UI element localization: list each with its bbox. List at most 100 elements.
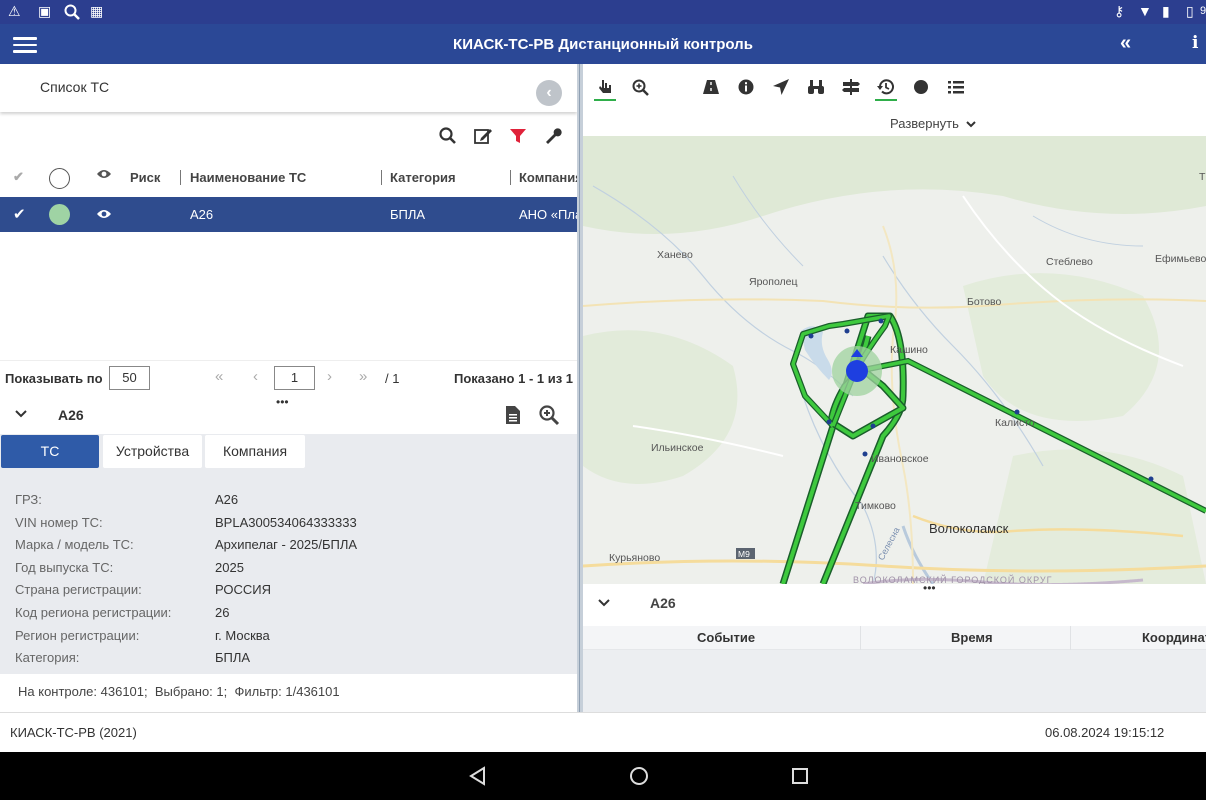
apps-grid-icon: ▦	[90, 3, 104, 19]
drag-handle[interactable]: •••	[276, 395, 289, 409]
settings-wrench-icon[interactable]	[543, 126, 563, 146]
zoom-to-vehicle-icon[interactable]	[538, 404, 560, 426]
tab-devices[interactable]: Устройства	[103, 435, 202, 468]
page-size-input[interactable]: 50	[109, 366, 150, 390]
prop-label: Категория:	[15, 650, 80, 665]
pan-hand-icon[interactable]	[596, 78, 616, 96]
row-category: БПЛА	[390, 207, 426, 222]
pagination: Показывать по 50 « ‹ 1 › » / 1 Показано …	[0, 360, 577, 394]
signpost-icon[interactable]	[841, 78, 861, 96]
control-summary: На контроле: 436101; Выбрано: 1; Фильтр:…	[18, 684, 340, 699]
road-icon[interactable]	[701, 78, 721, 96]
events-table-header: Событие Время Координат	[583, 626, 1206, 650]
column-vehicle-name[interactable]: Наименование ТС	[190, 170, 306, 185]
table-header: ✔ Риск Наименование ТС Категория Компани…	[0, 164, 583, 196]
active-history-indicator	[875, 99, 897, 101]
navigation-arrow-icon[interactable]	[771, 78, 791, 96]
prop-value: БПЛА	[215, 650, 251, 665]
info-circle-icon[interactable]	[736, 78, 756, 96]
zoom-icon[interactable]	[631, 78, 651, 96]
map-label: Ботово	[967, 296, 1001, 308]
column-company[interactable]: Компания	[519, 170, 583, 185]
column-risk[interactable]: Риск	[130, 170, 160, 185]
binoculars-icon[interactable]	[806, 78, 826, 96]
document-icon[interactable]	[505, 405, 521, 425]
prev-page-icon[interactable]: ‹	[253, 368, 258, 385]
map-label: Кашино	[890, 344, 928, 356]
eye-icon[interactable]	[96, 208, 112, 223]
map-label: Ярополец	[749, 276, 798, 288]
chevron-down-icon	[965, 121, 976, 128]
status-bar: ⚠ ▣ ▦ ⚷ ▼ ▮ ▯ 9	[0, 0, 1206, 24]
home-nav-icon[interactable]	[629, 766, 649, 786]
map-label: Ханево	[657, 249, 693, 261]
footer-bar: КИАСК-ТС-РВ (2021) 06.08.2024 19:15:12	[0, 712, 1206, 752]
map-label: Ильинское	[651, 442, 704, 454]
search-icon[interactable]	[438, 126, 458, 146]
highway-shield: М9	[738, 549, 750, 559]
battery-icon: ▯	[1186, 3, 1194, 19]
map-canvas[interactable]: Ханево Ярополец Стеблево Ефимьево Ботово…	[583, 136, 1206, 584]
map-label: Т	[1199, 171, 1206, 183]
expand-dropdown[interactable]: Развернуть	[890, 116, 976, 131]
wifi-icon: ▼	[1138, 3, 1152, 19]
history-icon[interactable]	[876, 78, 896, 96]
column-time[interactable]: Время	[951, 630, 993, 645]
battery-level: 9	[1200, 5, 1206, 17]
column-category[interactable]: Категория	[390, 170, 456, 185]
select-all-checkbox[interactable]: ✔	[13, 169, 24, 185]
record-circle-icon[interactable]	[911, 78, 931, 96]
status-circle-header[interactable]	[49, 168, 70, 189]
events-title: А26	[650, 595, 676, 611]
tab-company[interactable]: Компания	[205, 435, 305, 468]
row-checkbox[interactable]: ✔	[13, 205, 26, 223]
info-icon[interactable]: i	[1192, 33, 1198, 53]
summary-bar: На контроле: 436101; Выбрано: 1; Фильтр:…	[0, 676, 577, 712]
chevron-down-icon[interactable]	[15, 410, 27, 418]
next-page-icon[interactable]: ›	[327, 368, 332, 385]
page-total: / 1	[385, 371, 400, 386]
collapse-panel-icon[interactable]: «	[1120, 32, 1131, 55]
collapse-list-button[interactable]: ‹	[536, 80, 562, 106]
map-label: Стеблево	[1046, 256, 1093, 268]
recents-nav-icon[interactable]	[791, 767, 809, 785]
list-icon[interactable]	[946, 78, 966, 96]
list-header: Список ТС ‹	[0, 64, 577, 112]
prop-value: Архипелаг - 2025/БПЛА	[215, 537, 358, 552]
prop-value: 2025	[215, 560, 244, 575]
vehicle-detail: ••• А26 ТС Устройства Компания ГРЗ: А26 …	[0, 395, 577, 712]
back-nav-icon[interactable]	[468, 766, 488, 786]
page-number-input[interactable]: 1	[274, 366, 315, 390]
prop-value: BPLA300534064333333	[215, 515, 357, 530]
row-company: АНО «Пла	[519, 207, 583, 222]
warning-icon: ⚠	[8, 3, 21, 19]
prop-label: Страна регистрации:	[15, 582, 142, 597]
map-label: Курьяново	[609, 552, 660, 564]
map-view[interactable]: Ханево Ярополец Стеблево Ефимьево Ботово…	[583, 136, 1206, 584]
last-page-icon[interactable]: »	[359, 368, 367, 385]
vehicle-list-panel: Список ТС ‹ ✔ Риск Наименование ТС Катег…	[0, 64, 583, 712]
prop-label: Год выпуска ТС:	[15, 560, 114, 575]
column-event[interactable]: Событие	[697, 630, 755, 645]
drag-handle[interactable]: •••	[923, 581, 936, 595]
row-vehicle-name: А26	[190, 207, 214, 222]
filter-icon[interactable]	[508, 126, 528, 146]
prop-value: РОССИЯ	[215, 582, 272, 597]
detail-title: А26	[58, 407, 84, 423]
chevron-down-icon[interactable]	[598, 599, 610, 607]
eye-icon[interactable]	[96, 168, 112, 183]
edit-icon[interactable]	[473, 126, 493, 146]
active-tool-indicator	[594, 99, 616, 101]
list-title: Список ТС	[40, 79, 110, 95]
prop-label: Код региона регистрации:	[15, 605, 172, 620]
prop-label: ГРЗ:	[15, 492, 42, 507]
events-table-body	[583, 650, 1206, 712]
image-icon: ▣	[38, 3, 52, 19]
prop-value: 26	[215, 605, 230, 620]
footer-datetime: 06.08.2024 19:15:12	[1045, 725, 1165, 740]
table-row[interactable]: ✔ А26 БПЛА АНО «Пла	[0, 197, 582, 232]
column-coordinates[interactable]: Координат	[1142, 630, 1206, 645]
events-panel: ••• А26 Событие Время Координат	[583, 581, 1206, 712]
first-page-icon[interactable]: «	[215, 368, 223, 385]
tab-vehicle[interactable]: ТС	[1, 435, 99, 468]
